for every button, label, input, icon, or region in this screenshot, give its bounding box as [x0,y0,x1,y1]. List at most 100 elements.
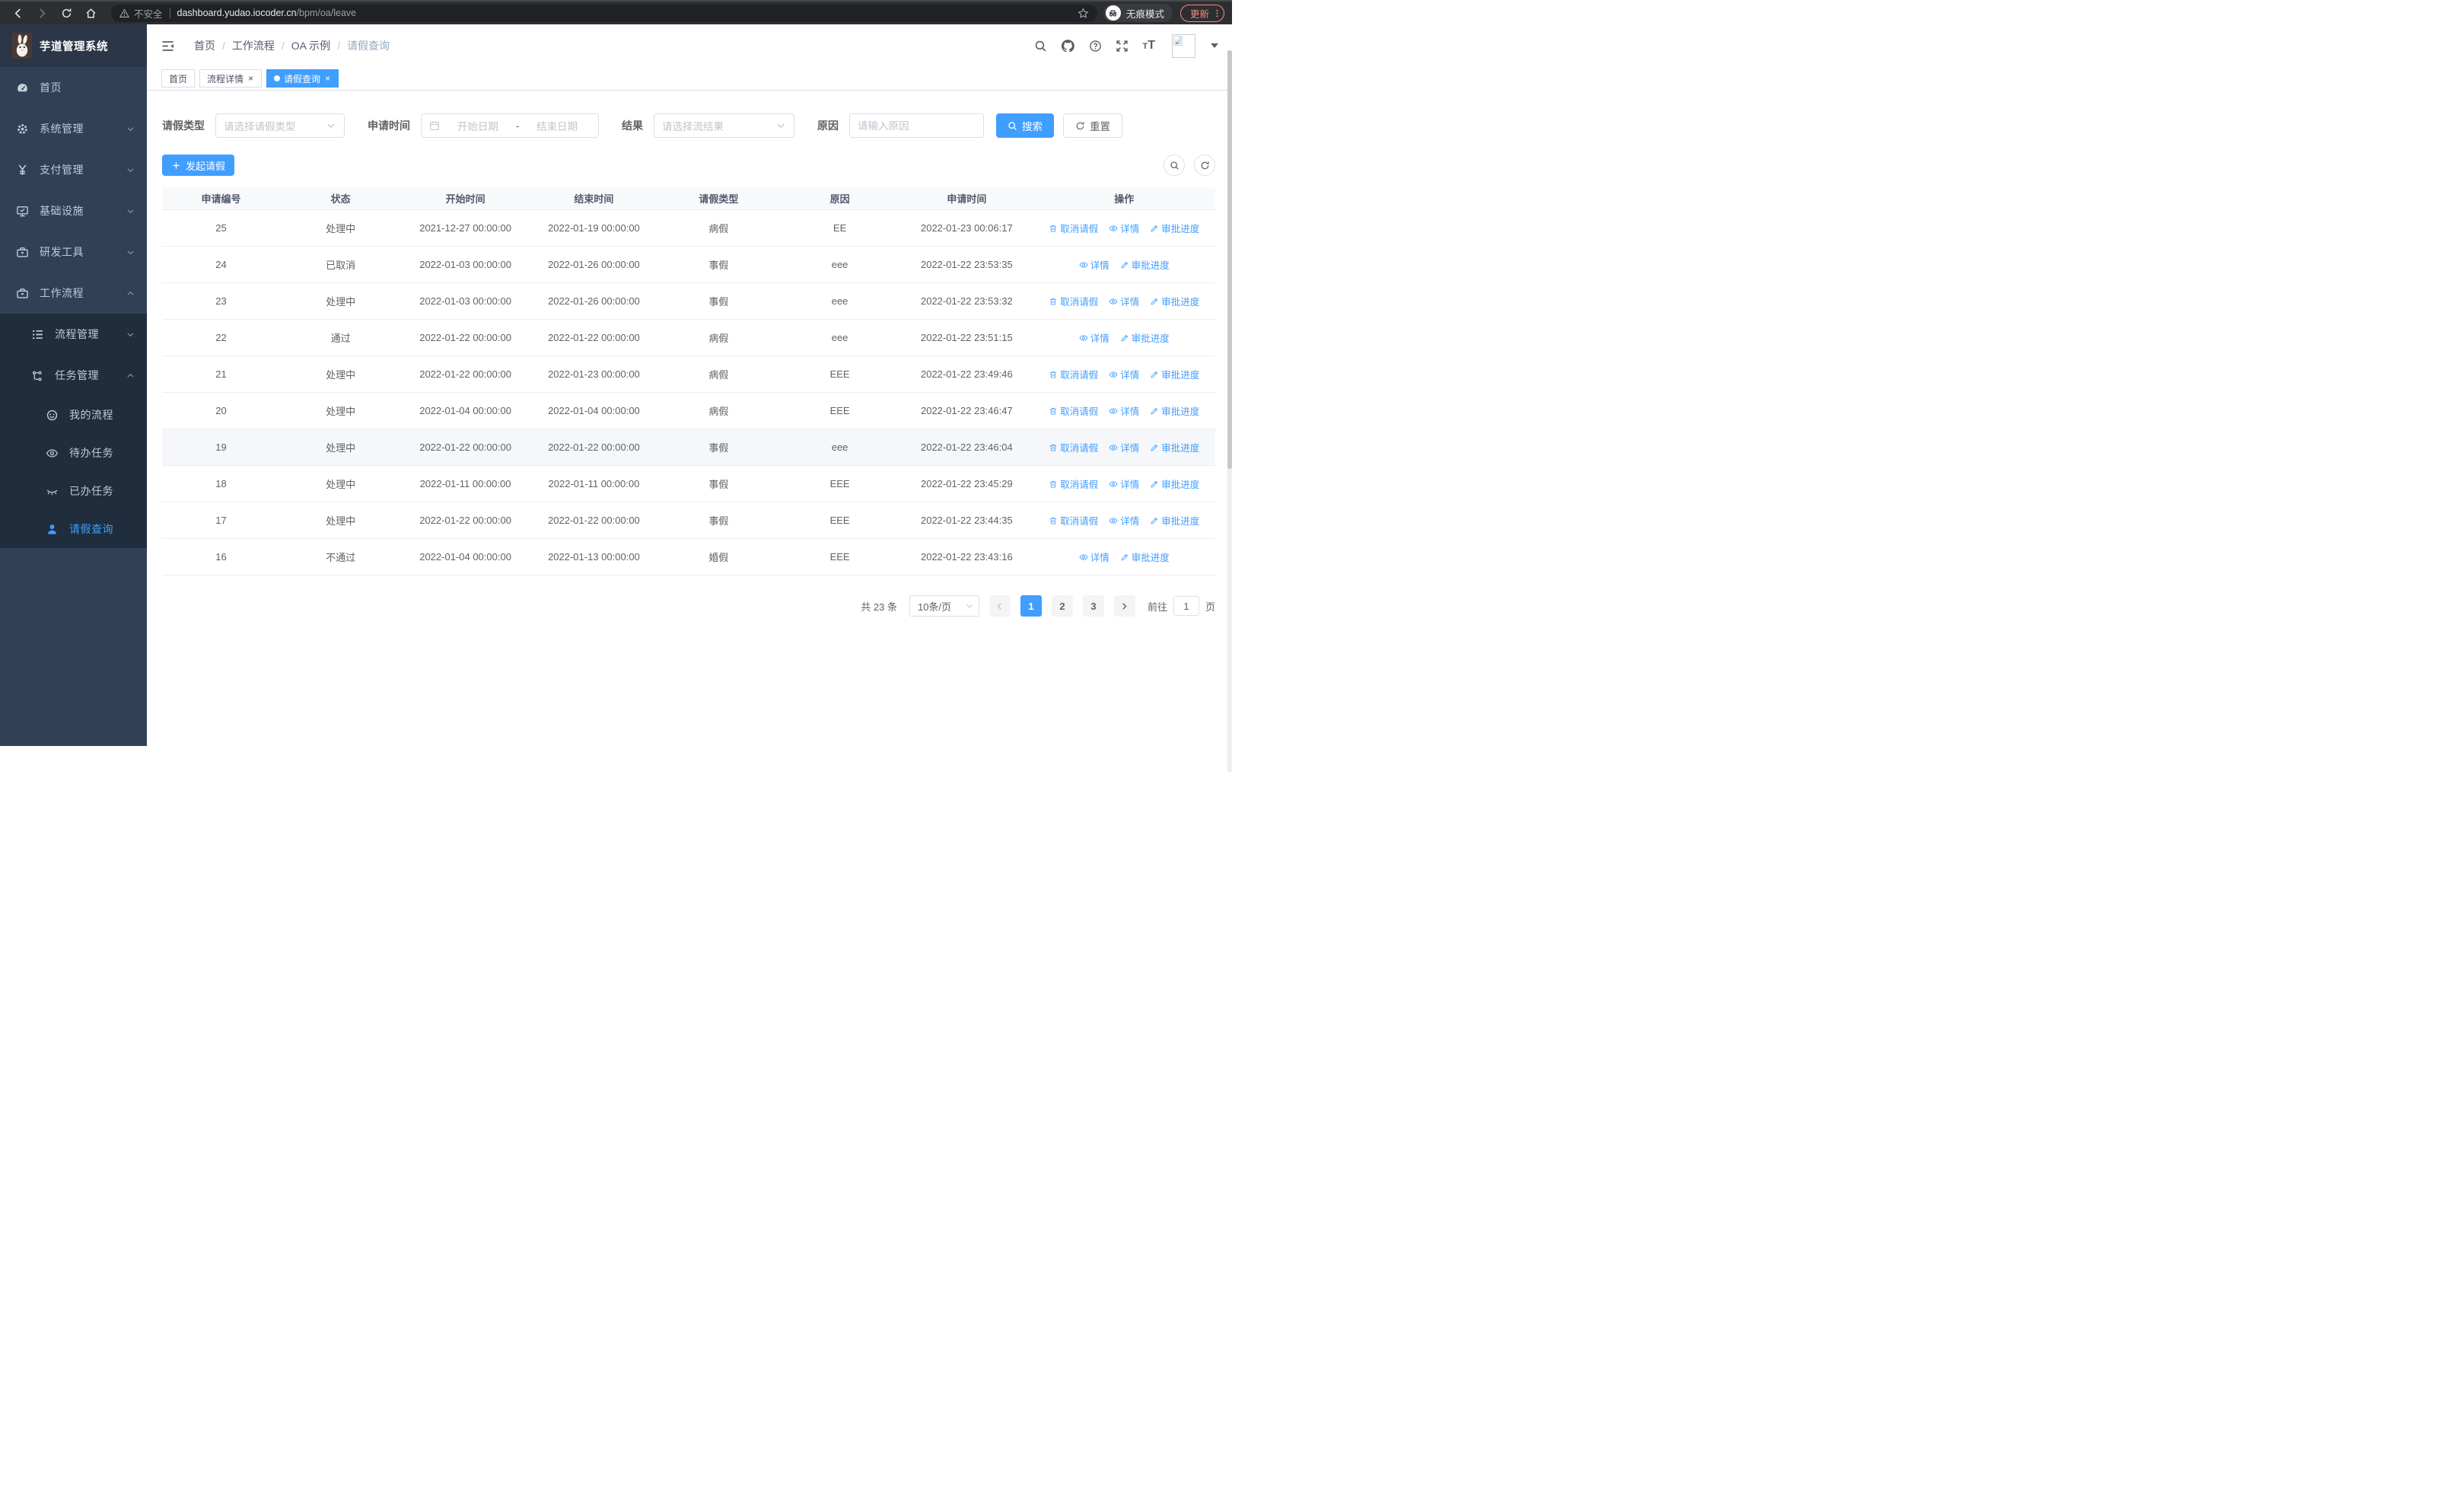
gear-icon [16,123,29,135]
apply-time-range-input[interactable]: 开始日期 - 结束日期 [421,113,599,138]
sidebar-collapse-icon[interactable] [161,39,175,53]
approval-progress-link[interactable]: 审批进度 [1150,294,1199,308]
approval-progress-link[interactable]: 审批进度 [1150,477,1199,491]
fullscreen-icon[interactable] [1116,40,1129,53]
browser-update-button[interactable]: 更新 [1179,4,1224,22]
sidebar-item-my-process[interactable]: 我的流程 [0,396,147,434]
approval-progress-link[interactable]: 审批进度 [1120,550,1170,564]
browser-reload-button[interactable] [56,3,76,23]
detail-link[interactable]: 详情 [1079,330,1109,345]
page-button-3[interactable]: 3 [1082,595,1104,617]
cell-apply-time: 2022-01-22 23:46:04 [920,441,1013,453]
close-tab-icon[interactable]: × [324,74,331,83]
detail-link[interactable]: 详情 [1109,513,1139,528]
help-icon[interactable] [1089,40,1102,53]
detail-link[interactable]: 详情 [1109,477,1139,491]
tab-home[interactable]: 首页 [161,69,196,88]
page-button-2[interactable]: 2 [1051,595,1073,617]
sidebar-item-dev-tools[interactable]: 研发工具 [0,231,147,273]
detail-link[interactable]: 详情 [1109,367,1139,381]
approval-progress-link[interactable]: 审批进度 [1120,330,1170,345]
cell-actions: 取消请假 详情 审批进度 [1033,367,1215,381]
tab-leave-query[interactable]: 请假查询 × [266,69,339,88]
sidebar-item-process-mgmt[interactable]: 流程管理 [0,314,147,355]
cancel-leave-link[interactable]: 取消请假 [1049,477,1098,491]
approval-progress-link[interactable]: 审批进度 [1120,257,1170,272]
approval-progress-link[interactable]: 审批进度 [1150,440,1199,454]
page-size-select[interactable]: 10条/页 [909,595,979,617]
cell-apply-time: 2022-01-22 23:53:32 [920,295,1013,307]
pen-icon [1150,406,1159,416]
approval-progress-link[interactable]: 审批进度 [1150,221,1199,235]
scrollbar-thumb[interactable] [1227,50,1232,469]
github-icon[interactable] [1061,39,1075,53]
detail-link[interactable]: 详情 [1109,221,1139,235]
breadcrumb-item[interactable]: 首页 [194,38,215,53]
avatar[interactable] [1172,33,1195,58]
result-select[interactable]: 请选择流结果 [654,113,794,138]
cancel-leave-link[interactable]: 取消请假 [1049,367,1098,381]
prev-page-button[interactable] [988,595,1011,617]
end-date-placeholder[interactable]: 结束日期 [524,118,591,133]
tab-process-detail[interactable]: 流程详情 × [199,69,263,88]
breadcrumb-item: 请假查询 [347,40,390,52]
sidebar-item-home[interactable]: 首页 [0,67,147,108]
column-header: 操作 [1114,193,1135,205]
avatar-caret-down-icon[interactable] [1211,43,1218,48]
close-tab-icon[interactable]: × [247,74,254,83]
cancel-leave-link[interactable]: 取消请假 [1049,440,1098,454]
reset-button[interactable]: 重置 [1063,113,1122,138]
approval-progress-link[interactable]: 审批进度 [1150,403,1199,418]
sidebar-item-task-mgmt[interactable]: 任务管理 [0,355,147,396]
browser-home-button[interactable] [81,3,100,23]
approval-progress-link[interactable]: 审批进度 [1150,513,1199,528]
sidebar-item-workflow[interactable]: 工作流程 [0,273,147,314]
header-search-icon[interactable] [1034,40,1047,53]
cell-reason: EEE [829,405,850,416]
reason-input[interactable] [849,113,984,138]
column-header: 申请编号 [201,193,241,205]
cancel-leave-link[interactable]: 取消请假 [1049,221,1098,235]
cell-leave-type: 事假 [708,515,729,527]
cell-end-time: 2022-01-22 00:00:00 [548,515,640,526]
next-page-button[interactable] [1113,595,1135,617]
toggle-search-button[interactable] [1164,155,1185,176]
cancel-leave-link[interactable]: 取消请假 [1049,513,1098,528]
window-scrollbar[interactable] [1227,50,1232,772]
start-date-placeholder[interactable]: 开始日期 [444,118,511,133]
sidebar-item-todo-tasks[interactable]: 待办任务 [0,434,147,472]
sidebar-item-infrastructure[interactable]: 基础设施 [0,190,147,231]
toolbox-icon [16,287,29,300]
cell-apply-time: 2022-01-22 23:43:16 [920,551,1013,563]
chevron-right-icon [1122,602,1128,610]
leave-type-select[interactable]: 请选择请假类型 [215,113,345,138]
detail-link[interactable]: 详情 [1109,294,1139,308]
chevron-down-icon [126,247,135,257]
goto-page-input[interactable] [1173,596,1199,616]
sidebar-item-system-mgmt[interactable]: 系统管理 [0,108,147,149]
sidebar-item-payment-mgmt[interactable]: 支付管理 [0,149,147,190]
cancel-leave-link[interactable]: 取消请假 [1049,403,1098,418]
url-bar[interactable]: 不安全 dashboard.yudao.iocoder.cn/bpm/oa/le… [111,4,1097,22]
cell-actions: 详情 审批进度 [1033,330,1215,345]
font-size-icon[interactable]: TT [1142,40,1155,52]
page-button-1[interactable]: 1 [1020,595,1042,617]
browser-forward-button[interactable] [32,3,52,23]
breadcrumb-item[interactable]: OA 示例 [291,38,330,53]
chevron-up-icon [126,371,135,381]
bookmark-star-icon[interactable] [1078,7,1089,19]
detail-link[interactable]: 详情 [1079,550,1109,564]
create-leave-button[interactable]: 发起请假 [162,155,235,176]
cancel-leave-link[interactable]: 取消请假 [1049,294,1098,308]
detail-link[interactable]: 详情 [1109,403,1139,418]
refresh-table-button[interactable] [1194,155,1215,176]
sidebar-item-leave-query[interactable]: 请假查询 [0,510,147,548]
breadcrumb-item[interactable]: 工作流程 [232,38,275,53]
search-button[interactable]: 搜索 [996,113,1054,138]
table-header-row: 申请编号 状态 开始时间 结束时间 请假类型 原因 申请时间 操作 [162,187,1215,210]
approval-progress-link[interactable]: 审批进度 [1150,367,1199,381]
detail-link[interactable]: 详情 [1079,257,1109,272]
browser-back-button[interactable] [8,3,27,23]
detail-link[interactable]: 详情 [1109,440,1139,454]
sidebar-item-done-tasks[interactable]: 已办任务 [0,472,147,510]
